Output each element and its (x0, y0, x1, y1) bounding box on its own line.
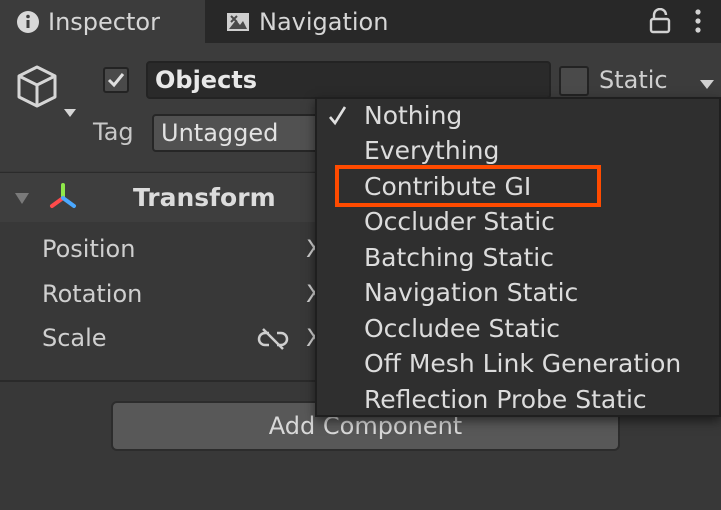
tab-navigation-label: Navigation (259, 7, 389, 36)
navigation-icon (225, 10, 251, 34)
scale-label: Scale (42, 324, 107, 352)
transform-icon (47, 182, 79, 214)
foldout-arrow-icon[interactable] (14, 191, 30, 205)
object-name-input[interactable] (148, 63, 549, 97)
tag-value: Untagged (161, 119, 279, 147)
info-icon (16, 10, 40, 34)
highlight-annotation-box (335, 165, 601, 207)
menu-item-nothing[interactable]: Nothing (364, 101, 462, 130)
static-checkbox[interactable] (559, 66, 589, 96)
menu-item-batching-static[interactable]: Batching Static (364, 243, 554, 272)
tab-navigation[interactable]: Navigation (205, 0, 425, 43)
menu-item-occludee-static[interactable]: Occludee Static (364, 314, 560, 343)
tag-label: Tag (93, 118, 134, 146)
tab-inspector[interactable]: Inspector (0, 0, 205, 43)
object-name-field[interactable] (146, 61, 551, 99)
gameobject-cube-icon[interactable] (12, 62, 78, 122)
menu-item-reflection-probe-static[interactable]: Reflection Probe Static (364, 385, 647, 414)
static-dropdown-arrow-icon[interactable] (699, 76, 715, 89)
checkmark-icon (107, 73, 125, 88)
static-label[interactable]: Static (599, 66, 668, 94)
more-options-icon[interactable] (690, 8, 706, 34)
static-flags-menu: Nothing Everything Contribute GI Occlude… (315, 97, 721, 417)
unlink-scale-icon[interactable] (257, 327, 289, 351)
rotation-label: Rotation (42, 280, 143, 308)
tab-inspector-label: Inspector (48, 7, 160, 36)
lock-icon[interactable] (649, 7, 671, 34)
menu-item-everything[interactable]: Everything (364, 136, 499, 165)
active-checkbox[interactable] (103, 67, 129, 93)
menu-item-off-mesh-link-generation[interactable]: Off Mesh Link Generation (364, 349, 681, 378)
tag-dropdown[interactable]: Untagged (152, 114, 322, 152)
position-label: Position (42, 235, 136, 263)
menu-item-navigation-static[interactable]: Navigation Static (364, 278, 578, 307)
transform-title: Transform (133, 183, 276, 212)
checkmark-icon (327, 104, 349, 128)
menu-item-occluder-static[interactable]: Occluder Static (364, 207, 555, 236)
